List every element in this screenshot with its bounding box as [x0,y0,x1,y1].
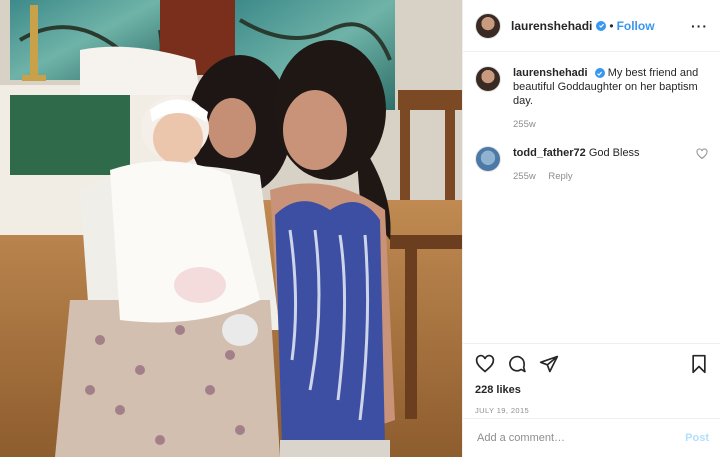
author-avatar[interactable] [475,12,501,39]
caption-body: laurenshehadi My best friend and beautif… [513,66,708,132]
post-image [0,0,462,457]
author-username[interactable]: laurenshehadi [511,19,592,33]
post-header: laurenshehadi • Follow ··· [463,0,720,52]
comment-body: todd_father72 God Bless 255w Reply [513,146,640,184]
like-heart-icon[interactable] [475,354,495,374]
add-comment-bar: Post [463,418,720,457]
comment-text: God Bless [588,147,640,159]
comment-like-heart-icon[interactable] [696,148,708,160]
post-comment-button[interactable]: Post [685,432,709,444]
post-date[interactable]: JULY 19, 2015 [475,406,709,415]
action-bar [475,352,709,376]
commenter-avatar[interactable] [475,146,501,172]
caption-avatar[interactable] [475,66,501,92]
comment-input[interactable] [475,431,686,445]
follow-button[interactable]: Follow [617,19,655,33]
save-bookmark-icon[interactable] [689,354,709,374]
verified-badge-icon [596,20,607,31]
more-options-icon[interactable]: ··· [691,18,708,34]
reply-button[interactable]: Reply [548,171,572,182]
caption: laurenshehadi My best friend and beautif… [475,66,708,132]
comment-bubble-icon[interactable] [507,354,527,374]
comment-item: todd_father72 God Bless 255w Reply [475,146,708,184]
comment-username[interactable]: todd_father72 [513,147,586,159]
follow-separator: • [609,18,614,33]
post-photo[interactable] [0,0,462,457]
caption-username[interactable]: laurenshehadi [513,67,588,79]
caption-meta: 255w [513,118,708,132]
comment-age[interactable]: 255w [513,171,536,182]
verified-badge-icon [594,68,605,79]
share-paper-plane-icon[interactable] [539,354,559,374]
post-side-panel: laurenshehadi • Follow ··· laurenshehadi… [462,0,720,457]
comments-list: laurenshehadi My best friend and beautif… [463,52,720,184]
comment-meta: 255w Reply [513,170,640,184]
post-actions-section: 228 likes JULY 19, 2015 [463,343,720,415]
likes-count[interactable]: 228 likes [475,384,709,396]
caption-age[interactable]: 255w [513,119,536,130]
